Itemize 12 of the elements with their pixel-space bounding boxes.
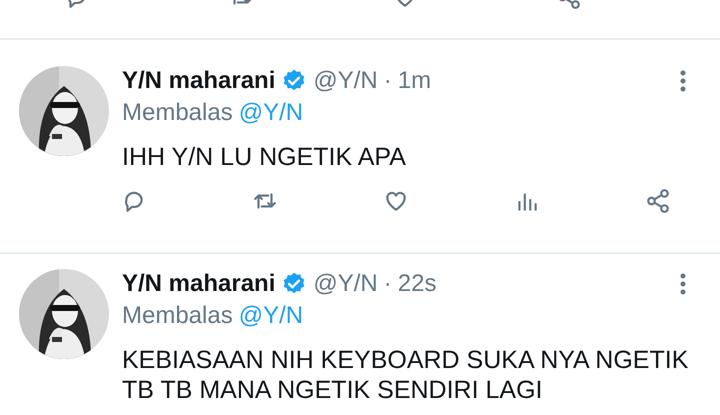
user-name[interactable]: Y/N maharani xyxy=(122,67,276,95)
timestamp: 22s xyxy=(398,270,436,298)
tweet-text: KEBIASAAN NIH KEYBOARD SUKA NYA NGETIK TB TB MANA NGETIK SENDIRI LAGI xyxy=(122,345,690,405)
reply-label: Membalas xyxy=(122,98,233,128)
reply-label: Membalas xyxy=(122,301,233,331)
separator-dot: · xyxy=(384,270,392,298)
tweet-text: IHH Y/N LU NGETIK APA xyxy=(122,142,407,172)
timestamp: 1m xyxy=(398,67,432,95)
separator-dot: · xyxy=(384,67,392,95)
user-handle: @Y/N xyxy=(313,67,378,95)
user-handle: @Y/N xyxy=(313,270,378,298)
user-name[interactable]: Y/N maharani xyxy=(122,270,276,298)
